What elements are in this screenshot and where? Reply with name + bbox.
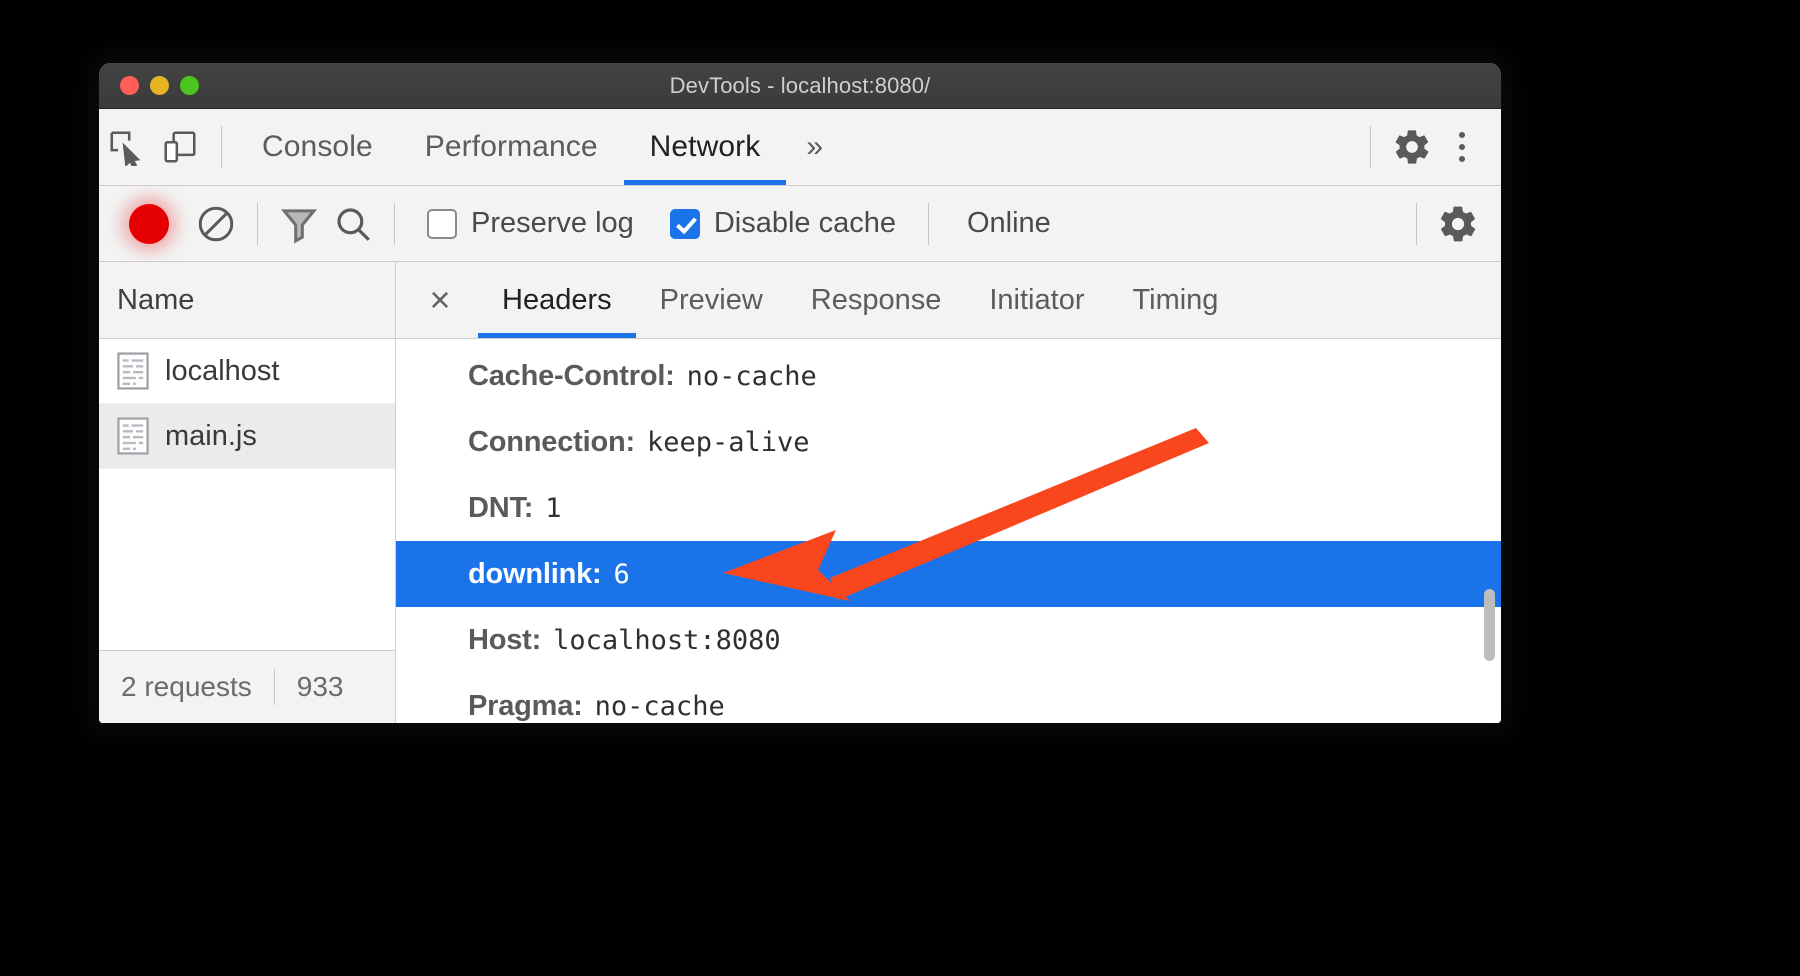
- header-name: Cache-Control:: [468, 359, 675, 392]
- tab-response-label: Response: [810, 283, 942, 316]
- vertical-scrollbar[interactable]: [1484, 589, 1495, 661]
- search-icon[interactable]: [326, 197, 380, 251]
- tab-initiator-label: Initiator: [989, 283, 1085, 316]
- tab-headers[interactable]: Headers: [478, 262, 636, 338]
- tab-timing-label: Timing: [1132, 283, 1219, 316]
- header-row[interactable]: Pragma: no-cache: [396, 673, 1501, 723]
- toolbar-divider: [221, 126, 222, 168]
- disable-cache-box[interactable]: [669, 208, 700, 239]
- filter-icon[interactable]: [272, 197, 326, 251]
- header-row-downlink[interactable]: downlink: 6: [396, 541, 1501, 607]
- tab-preview[interactable]: Preview: [636, 262, 787, 338]
- panel-tab-bar: Console Performance Network »: [99, 109, 1501, 186]
- network-body: Name localhost main.js 2 requests 933 × …: [99, 262, 1501, 723]
- preserve-log-checkbox[interactable]: Preserve log: [409, 207, 652, 240]
- device-toolbar-icon[interactable]: [153, 120, 207, 174]
- header-value: no-cache: [594, 690, 725, 722]
- window-title: DevTools - localhost:8080/: [669, 72, 931, 98]
- headers-list: Cache-Control: no-cache Connection: keep…: [396, 339, 1501, 723]
- header-row[interactable]: Host: localhost:8080: [396, 607, 1501, 673]
- tab-performance-label: Performance: [424, 130, 598, 163]
- tab-console[interactable]: Console: [236, 109, 399, 185]
- clear-requests-icon[interactable]: [189, 197, 243, 251]
- tab-headers-label: Headers: [502, 283, 612, 316]
- transferred-size-label: 933: [296, 671, 344, 702]
- disable-cache-label: Disable cache: [713, 207, 896, 239]
- preserve-log-box[interactable]: [427, 208, 457, 239]
- summary-divider: [273, 669, 275, 705]
- network-settings-gear-icon[interactable]: [1431, 197, 1485, 251]
- network-toolbar-divider-2: [394, 202, 395, 245]
- list-item[interactable]: localhost: [99, 339, 395, 404]
- header-value: keep-alive: [646, 426, 810, 458]
- toolbar-divider-right: [1370, 126, 1371, 168]
- tab-initiator[interactable]: Initiator: [965, 262, 1108, 338]
- requests-sidebar: Name localhost main.js 2 requests 933: [99, 262, 396, 723]
- request-count-label: 2 requests: [121, 671, 252, 702]
- detail-tab-bar: × Headers Preview Response Initiator Tim…: [396, 262, 1501, 339]
- header-value: no-cache: [686, 360, 817, 392]
- document-icon: [117, 417, 149, 455]
- network-toolbar-divider-3: [927, 202, 929, 245]
- header-value: localhost:8080: [553, 624, 781, 656]
- tab-console-label: Console: [262, 130, 373, 163]
- network-toolbar-right-group: [1402, 197, 1501, 251]
- header-name: downlink:: [468, 557, 602, 590]
- list-item-label: main.js: [165, 419, 257, 452]
- requests-column-header[interactable]: Name: [99, 262, 395, 339]
- minimize-window-button[interactable]: [150, 76, 169, 95]
- requests-list: localhost main.js: [99, 339, 395, 650]
- document-icon: [117, 352, 149, 390]
- zoom-window-button[interactable]: [180, 76, 199, 95]
- inspect-element-icon[interactable]: [99, 120, 153, 174]
- tab-response[interactable]: Response: [787, 262, 966, 338]
- tab-network[interactable]: Network: [623, 109, 787, 185]
- header-row[interactable]: DNT: 1: [396, 475, 1501, 541]
- preserve-log-label: Preserve log: [471, 207, 634, 239]
- traffic-lights: [120, 76, 199, 95]
- header-name: Host:: [468, 623, 542, 656]
- header-name: DNT:: [468, 491, 534, 524]
- request-detail-pane: × Headers Preview Response Initiator Tim…: [396, 262, 1501, 723]
- settings-gear-icon[interactable]: [1385, 120, 1439, 174]
- header-row[interactable]: Connection: keep-alive: [396, 409, 1501, 475]
- header-name: Pragma:: [468, 689, 583, 722]
- network-toolbar-divider-1: [257, 202, 258, 245]
- window-titlebar: DevTools - localhost:8080/: [99, 63, 1501, 109]
- list-item[interactable]: main.js: [99, 404, 395, 469]
- close-window-button[interactable]: [120, 76, 139, 95]
- record-button[interactable]: [129, 203, 169, 244]
- tab-network-label: Network: [649, 130, 761, 163]
- header-name: Connection:: [468, 425, 635, 458]
- more-options-icon[interactable]: [1439, 120, 1485, 174]
- requests-summary-bar: 2 requests 933: [99, 650, 395, 723]
- header-value: 1: [545, 492, 562, 524]
- header-value: 6: [613, 558, 630, 590]
- network-toolbar: Preserve log Disable cache Online: [99, 186, 1501, 262]
- header-row[interactable]: Cache-Control: no-cache: [396, 343, 1501, 409]
- tab-performance[interactable]: Performance: [399, 109, 624, 185]
- throttling-select[interactable]: Online: [943, 207, 1075, 240]
- tab-timing[interactable]: Timing: [1108, 262, 1242, 338]
- close-icon[interactable]: ×: [414, 274, 466, 326]
- panel-tabs-right-group: [1356, 120, 1501, 174]
- list-item-label: localhost: [165, 354, 280, 387]
- tab-preview-label: Preview: [659, 283, 763, 316]
- devtools-window: DevTools - localhost:8080/ Console Perfo…: [99, 63, 1501, 723]
- network-toolbar-divider-4: [1416, 202, 1417, 245]
- more-tabs-icon[interactable]: »: [786, 132, 843, 162]
- disable-cache-checkbox[interactable]: Disable cache: [652, 207, 914, 240]
